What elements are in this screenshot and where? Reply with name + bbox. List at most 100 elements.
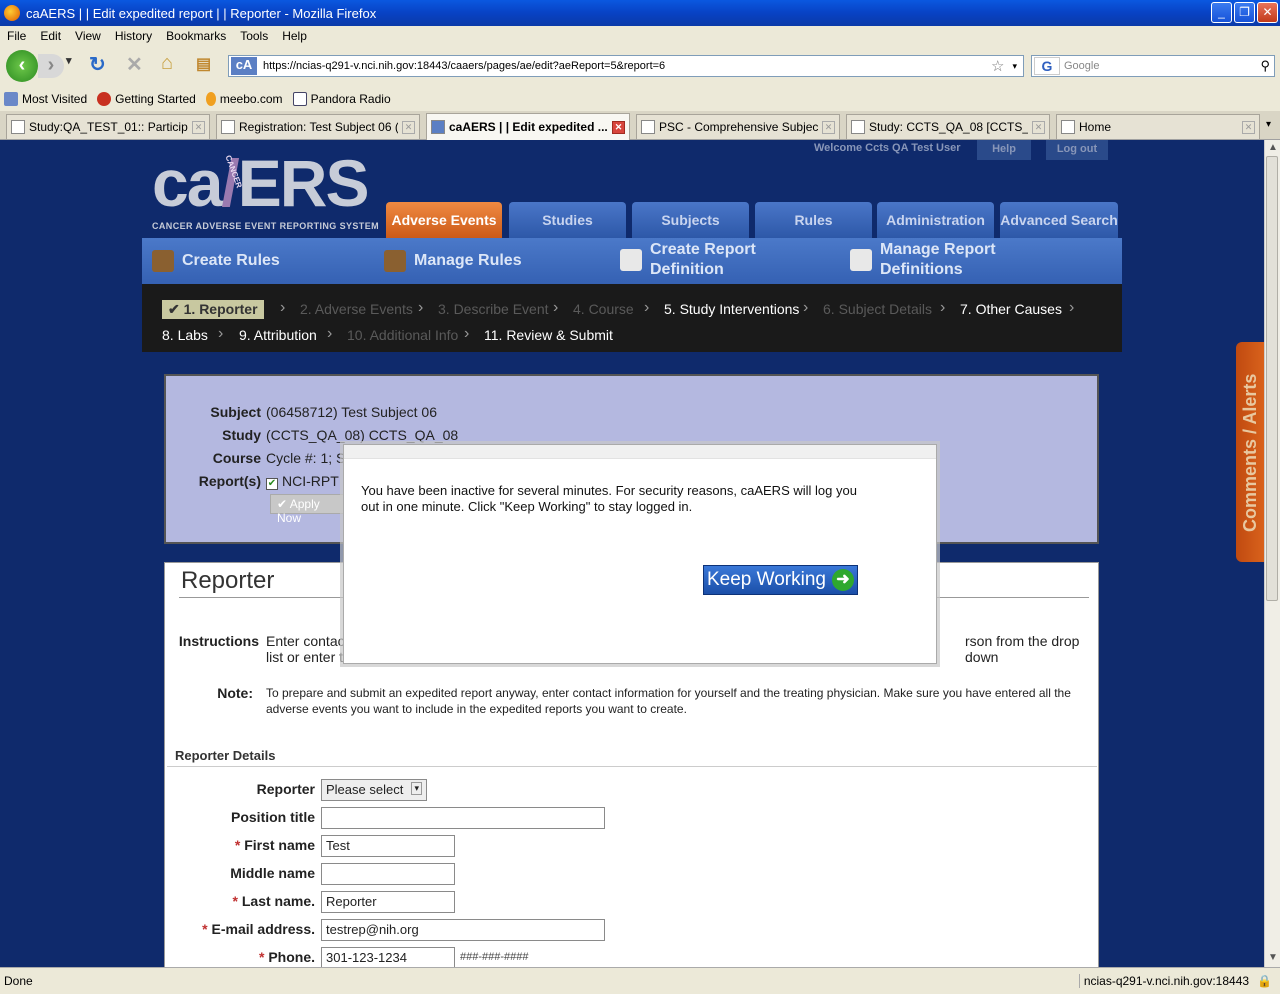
step-labs[interactable]: 8. Labs (162, 327, 208, 343)
tab-list-icon[interactable]: ▾ (1266, 119, 1271, 130)
logout-link[interactable]: Log out (1046, 140, 1108, 160)
middle-name-field[interactable] (321, 863, 455, 885)
manage-rules-link[interactable]: Manage Rules (384, 250, 522, 272)
documents-icon (850, 249, 872, 271)
bookmark-label: Most Visited (22, 91, 88, 106)
last-name-field[interactable]: Reporter (321, 891, 455, 913)
maximize-button[interactable]: ❐ (1234, 2, 1255, 23)
tab-close-icon[interactable]: ✕ (1032, 120, 1045, 134)
step-subject-details[interactable]: 6. Subject Details (823, 301, 932, 317)
gavel-add-icon (152, 250, 174, 272)
step-attribution[interactable]: 9. Attribution (239, 327, 317, 343)
menu-bookmarks[interactable]: Bookmarks (159, 29, 233, 43)
position-title-field[interactable] (321, 807, 605, 829)
step-study-interventions[interactable]: 5. Study Interventions (664, 301, 799, 317)
step-additional-info[interactable]: 10. Additional Info (347, 327, 458, 343)
tab-administration[interactable]: Administration (877, 202, 994, 238)
report-checkbox-nci-rpt[interactable]: ✔ NCI-RPT (266, 473, 339, 490)
help-link[interactable]: Help (977, 140, 1031, 160)
scroll-up-icon[interactable]: ▲ (1268, 142, 1278, 153)
page-icon (221, 120, 235, 134)
step-adverse-events[interactable]: 2. Adverse Events (300, 301, 413, 317)
tab-close-icon[interactable]: ✕ (402, 120, 415, 134)
bookmark-label: Getting Started (115, 91, 196, 106)
step-review-submit[interactable]: 11. Review & Submit (484, 327, 613, 343)
step-course[interactable]: 4. Course (573, 301, 634, 317)
email-field[interactable]: testrep@nih.org (321, 919, 605, 941)
subject-label: Subject (210, 404, 261, 420)
keep-working-button[interactable]: Keep Working ➜ (703, 565, 858, 595)
phone-label: * Phone. (258, 949, 315, 965)
first-name-field[interactable]: Test (321, 835, 455, 857)
bookmark-meebo[interactable]: meebo.com (205, 91, 283, 106)
bookmark-label: Pandora Radio (310, 91, 391, 106)
tab-label: caAERS | | Edit expedited ... (449, 120, 608, 134)
sub-navigation: Create Rules Manage Rules Create Report … (142, 238, 1122, 284)
chevron-right-icon: › (644, 299, 650, 316)
tab-close-icon[interactable]: ✕ (192, 120, 205, 134)
manage-report-definitions-label: Manage Report Definitions (880, 241, 996, 278)
tab-adverse-events[interactable]: Adverse Events (386, 202, 502, 238)
tab-psc[interactable]: PSC - Comprehensive Subject ... ✕ (636, 114, 840, 139)
minimize-button[interactable]: _ (1211, 2, 1232, 23)
tab-rules[interactable]: Rules (755, 202, 872, 238)
scroll-down-icon[interactable]: ▼ (1268, 952, 1278, 963)
create-report-definition-link[interactable]: Create Report Definition (620, 240, 780, 280)
chevron-right-icon: › (327, 325, 333, 342)
position-title-label: Position title (231, 809, 315, 825)
rss-icon[interactable]: ▤ (196, 54, 211, 74)
tab-caaers-edit[interactable]: caAERS | | Edit expedited ... ✕ (426, 113, 630, 140)
back-button[interactable]: ‹ (6, 50, 38, 82)
tab-study-ccts[interactable]: Study: CCTS_QA_08 [CCTS_Q... ✕ (846, 114, 1050, 139)
menu-edit[interactable]: Edit (33, 29, 68, 43)
tab-close-icon[interactable]: ✕ (612, 120, 625, 134)
bookmark-pandora[interactable]: Pandora Radio (292, 91, 391, 106)
tab-close-icon[interactable]: ✕ (822, 120, 835, 134)
menu-help[interactable]: Help (275, 29, 314, 43)
menu-view[interactable]: View (68, 29, 108, 43)
tab-study-qa-test[interactable]: Study:QA_TEST_01:: Participa... ✕ (6, 114, 210, 139)
status-host: ncias-q291-v.nci.nih.gov:18443 (1078, 974, 1253, 988)
manage-report-definitions-link[interactable]: Manage Report Definitions (850, 240, 1050, 280)
page-icon (1061, 120, 1075, 134)
reload-icon[interactable]: ↻ (89, 52, 106, 77)
tab-studies[interactable]: Studies (509, 202, 626, 238)
bookmark-most-visited[interactable]: Most Visited (4, 91, 88, 106)
tab-registration[interactable]: Registration: Test Subject 06 (... ✕ (216, 114, 420, 139)
instructions-label: Instructions (178, 633, 259, 649)
reports-label: Report(s) (198, 473, 261, 489)
apply-now-button[interactable]: ✔ Apply Now (270, 494, 350, 525)
close-window-button[interactable]: ✕ (1257, 2, 1278, 23)
comments-alerts-tab[interactable]: Comments / Alerts (1236, 342, 1264, 562)
phone-field[interactable]: 301-123-1234 (321, 947, 455, 967)
address-bar[interactable]: cA https://ncias-q291-v.nci.nih.gov:1844… (228, 55, 1024, 77)
forward-button[interactable]: › (38, 54, 64, 78)
create-rules-label: Create Rules (182, 252, 280, 269)
scrollbar-thumb[interactable] (1266, 156, 1278, 601)
lock-icon[interactable]: 🔒 (1257, 974, 1272, 988)
search-bar[interactable]: G Google ⚲ (1031, 55, 1275, 77)
stop-icon[interactable]: ✕ (126, 52, 143, 77)
step-describe-event[interactable]: 3. Describe Event (438, 301, 549, 317)
home-icon[interactable]: ⌂ (161, 52, 173, 75)
search-icon[interactable]: ⚲ (1260, 58, 1270, 74)
bookmark-star-icon[interactable]: ☆ (991, 57, 1004, 75)
url-dropdown-icon[interactable]: ▾ (1012, 61, 1017, 72)
tab-home[interactable]: Home ✕ (1056, 114, 1260, 139)
firefox-icon (4, 5, 20, 21)
create-rules-link[interactable]: Create Rules (152, 250, 280, 272)
tab-close-icon[interactable]: ✕ (1242, 120, 1255, 134)
reporter-select[interactable]: Please select ▾ (321, 779, 427, 801)
tab-subjects[interactable]: Subjects (632, 202, 749, 238)
menu-history[interactable]: History (108, 29, 159, 43)
status-text: Done (4, 974, 33, 988)
menu-file[interactable]: File (0, 29, 33, 43)
tab-advanced-search[interactable]: Advanced Search (1000, 202, 1118, 238)
history-dropdown-icon[interactable]: ▾ (66, 54, 72, 67)
bookmark-getting-started[interactable]: Getting Started (97, 91, 196, 106)
step-other-causes[interactable]: 7. Other Causes (960, 301, 1062, 317)
menu-tools[interactable]: Tools (233, 29, 275, 43)
chevron-right-icon: › (553, 299, 559, 316)
google-icon[interactable]: G (1034, 57, 1060, 75)
step-reporter[interactable]: ✔ 1. Reporter (162, 300, 264, 319)
